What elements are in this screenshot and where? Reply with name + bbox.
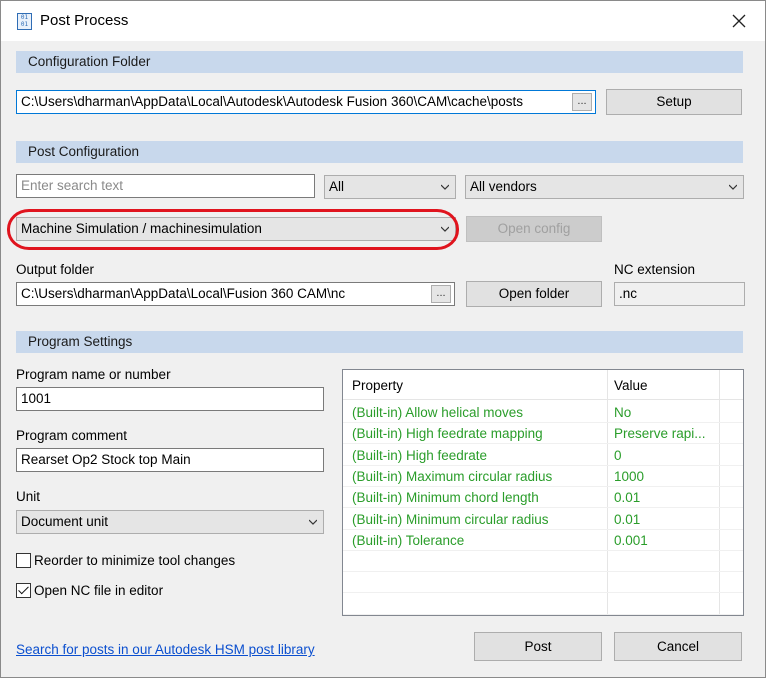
table-row[interactable]: (Built-in) Minimum circular radius 0.01: [343, 509, 743, 530]
cancel-button[interactable]: Cancel: [614, 632, 742, 661]
table-row[interactable]: (Built-in) High feedrate mapping Preserve…: [343, 423, 743, 445]
program-name-label: Program name or number: [16, 367, 171, 382]
unit-label: Unit: [16, 489, 41, 504]
table-row[interactable]: (Built-in) Tolerance 0.001: [343, 530, 743, 551]
open-config-button[interactable]: Open config: [466, 216, 602, 242]
property-value-cell[interactable]: No: [614, 405, 631, 420]
search-input[interactable]: Enter search text: [16, 174, 315, 198]
open-folder-button[interactable]: Open folder: [466, 281, 602, 307]
program-comment-input[interactable]: Rearset Op2 Stock top Main: [16, 448, 324, 472]
nc-extension-input[interactable]: .nc: [614, 282, 745, 306]
property-name-cell: (Built-in) Minimum circular radius: [352, 511, 549, 527]
property-name-cell: (Built-in) Allow helical moves: [352, 405, 524, 420]
open-nc-label[interactable]: Open NC file in editor: [34, 583, 163, 598]
vendor-filter-value: All vendors: [470, 179, 537, 194]
nc-extension-label: NC extension: [614, 262, 696, 277]
chevron-down-icon: [729, 184, 737, 190]
search-placeholder: Enter search text: [21, 178, 124, 193]
unit-dropdown[interactable]: Document unit: [16, 510, 324, 534]
property-grid-header: Property Value: [343, 370, 743, 400]
open-nc-checkbox[interactable]: [16, 583, 31, 598]
post-process-dialog: 01 01 Post Process Configuration Folder C…: [0, 0, 766, 678]
vendor-filter-dropdown[interactable]: All vendors: [465, 175, 744, 199]
reorder-label[interactable]: Reorder to minimize tool changes: [34, 553, 235, 568]
output-folder-label: Output folder: [16, 262, 95, 277]
program-settings-header: Program Settings: [16, 331, 743, 353]
post-processor-dropdown[interactable]: Machine Simulation / machinesimulation: [16, 217, 456, 241]
chevron-down-icon: [441, 226, 449, 232]
chevron-down-icon: [309, 519, 317, 525]
property-name-cell: (Built-in) Tolerance: [352, 532, 465, 548]
post-configuration-header: Post Configuration: [16, 141, 743, 163]
property-value-cell[interactable]: 0.01: [614, 490, 640, 505]
table-row: [343, 572, 743, 594]
window-title: Post Process: [40, 12, 129, 29]
property-value-cell[interactable]: 1000: [614, 469, 644, 484]
output-folder-input[interactable]: C:\Users\dharman\AppData\Local\Fusion 36…: [16, 282, 455, 306]
chevron-down-icon: [441, 184, 449, 190]
table-row[interactable]: (Built-in) Maximum circular radius 1000: [343, 466, 743, 487]
table-row[interactable]: (Built-in) High feedrate 0: [343, 445, 743, 466]
property-grid[interactable]: Property Value (Built-in) Allow helical …: [342, 369, 744, 616]
property-value-cell[interactable]: Preserve rapi...: [614, 426, 706, 441]
program-comment-value: Rearset Op2 Stock top Main: [21, 452, 191, 467]
setup-button[interactable]: Setup: [606, 89, 742, 115]
config-folder-path: C:\Users\dharman\AppData\Local\Autodesk\…: [21, 94, 524, 109]
output-folder-browse-button[interactable]: ...: [431, 285, 451, 303]
config-folder-browse-button[interactable]: ...: [572, 93, 592, 111]
app-icon: 01 01: [17, 13, 32, 30]
category-filter-dropdown[interactable]: All: [324, 175, 456, 199]
property-value-cell[interactable]: 0.01: [614, 512, 640, 527]
category-filter-value: All: [329, 179, 345, 194]
table-row: [343, 551, 743, 573]
program-name-input[interactable]: 1001: [16, 387, 324, 411]
post-processor-value: Machine Simulation / machinesimulation: [21, 221, 262, 236]
unit-value: Document unit: [21, 514, 109, 529]
output-folder-path: C:\Users\dharman\AppData\Local\Fusion 36…: [21, 286, 346, 301]
table-row: [343, 594, 743, 615]
post-library-link[interactable]: Search for posts in our Autodesk HSM pos…: [16, 642, 315, 657]
property-value-cell[interactable]: 0: [614, 448, 622, 463]
config-folder-input[interactable]: C:\Users\dharman\AppData\Local\Autodesk\…: [16, 90, 596, 114]
value-column-header[interactable]: Value: [614, 378, 648, 393]
reorder-checkbox[interactable]: [16, 553, 31, 568]
property-name-cell: (Built-in) Maximum circular radius: [352, 468, 553, 484]
program-name-value: 1001: [21, 391, 52, 406]
property-value-cell[interactable]: 0.001: [614, 533, 648, 548]
close-icon: [732, 14, 746, 28]
property-name-cell: (Built-in) Minimum chord length: [352, 490, 539, 506]
program-comment-label: Program comment: [16, 428, 128, 443]
property-column-header[interactable]: Property: [352, 378, 403, 393]
configuration-folder-header: Configuration Folder: [16, 51, 743, 73]
table-row[interactable]: (Built-in) Allow helical moves No: [343, 402, 743, 423]
table-row[interactable]: (Built-in) Minimum chord length 0.01: [343, 487, 743, 509]
property-name-cell: (Built-in) High feedrate: [352, 447, 488, 463]
close-button[interactable]: [719, 7, 759, 35]
property-name-cell: (Built-in) High feedrate mapping: [352, 426, 543, 442]
title-bar[interactable]: 01 01 Post Process: [1, 1, 765, 41]
nc-extension-value: .nc: [619, 286, 638, 301]
post-button[interactable]: Post: [474, 632, 602, 661]
